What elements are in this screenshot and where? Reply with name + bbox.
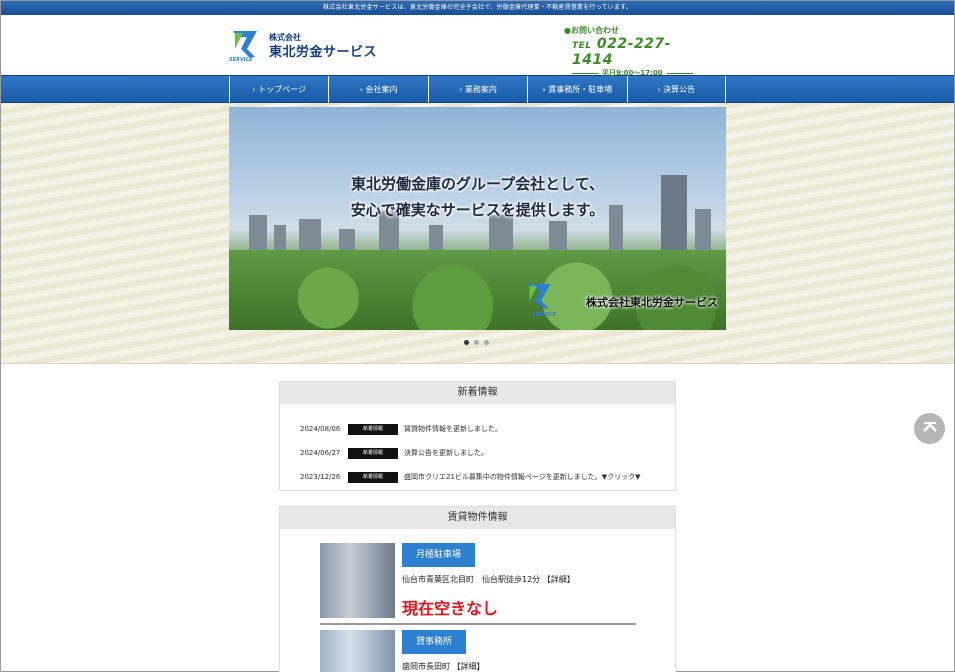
hero-slide[interactable]: 東北労働金庫のグループ会社として、 安心で確実なサービスを提供します。 SERV… bbox=[229, 107, 726, 330]
nav-item-financial[interactable]: 決算公告 bbox=[626, 76, 726, 103]
nav-item-top[interactable]: トップページ bbox=[229, 76, 328, 103]
phone-number[interactable]: TEL 022-227-1414 bbox=[572, 36, 704, 68]
logo-company-name: 東北労金サービス bbox=[269, 45, 378, 60]
contact-label: ●お問い合わせ bbox=[564, 26, 619, 35]
company-logo[interactable]: SERVICE 株式会社 東北労金サービス bbox=[229, 27, 379, 67]
top-info-text: 株式会社東北労金サービスは、東北労働金庫の完全子会社で、労働金庫代理業・不動産賃… bbox=[323, 4, 632, 11]
news-item[interactable]: 2024/06/27 新着情報 決算公告を更新しました。 bbox=[300, 441, 675, 465]
hero-company-name: 株式会社東北労金サービス bbox=[586, 296, 718, 309]
news-date: 2024/06/27 bbox=[300, 449, 341, 457]
property-address[interactable]: 仙台市青葉区北目町 仙台駅徒歩12分 【詳細】 bbox=[402, 574, 575, 585]
logo-mark-text: SERVICE bbox=[229, 57, 253, 63]
news-text[interactable]: 盛岡市クリエ21ビル募集中の物件情報ページを更新しました。▼クリック▼ bbox=[404, 472, 641, 482]
news-item[interactable]: 2023/12/26 新着情報 盛岡市クリエ21ビル募集中の物件情報ページを更新… bbox=[300, 465, 675, 489]
divider bbox=[320, 623, 636, 625]
property-photo[interactable] bbox=[320, 543, 395, 618]
property-photo[interactable] bbox=[320, 630, 395, 672]
news-title: 新着情報 bbox=[280, 382, 675, 404]
hero-section: 東北労働金庫のグループ会社として、 安心で確実なサービスを提供します。 SERV… bbox=[1, 103, 954, 364]
rental-panel: 賃貸物件情報 月極駐車場 仙台市青葉区北目町 仙台駅徒歩12分 【詳細】 現在空… bbox=[279, 506, 676, 672]
nav-item-services[interactable]: 業務案内 bbox=[427, 76, 527, 103]
property-address[interactable]: 盛岡市長田町 【詳細】 bbox=[402, 661, 485, 672]
property-type-badge[interactable]: 貸事務所 bbox=[402, 630, 467, 654]
slider-dots bbox=[464, 340, 489, 345]
rental-title: 賃貸物件情報 bbox=[280, 507, 675, 529]
nav-item-company[interactable]: 会社案内 bbox=[328, 76, 427, 103]
hero-line-2: 安心で確実なサービスを提供します。 bbox=[350, 201, 605, 219]
news-panel: 新着情報 2024/08/06 新着情報 賃貸物件情報を更新しました。 2024… bbox=[279, 381, 676, 491]
news-date: 2024/08/06 bbox=[300, 425, 341, 433]
slider-dot-2[interactable] bbox=[474, 340, 479, 345]
news-text[interactable]: 賃貸物件情報を更新しました。 bbox=[404, 424, 502, 434]
back-to-top-button[interactable] bbox=[914, 413, 945, 444]
news-item[interactable]: 2024/08/06 新着情報 賃貸物件情報を更新しました。 bbox=[300, 417, 675, 441]
news-tag: 新着情報 bbox=[348, 471, 398, 483]
slider-dot-3[interactable] bbox=[484, 340, 489, 345]
global-nav: トップページ 会社案内 業務案内 賃事務所・駐車場 決算公告 bbox=[1, 75, 954, 103]
tel-prefix: TEL bbox=[572, 41, 592, 51]
hero-logo-text: SERVICE bbox=[532, 312, 556, 318]
site-header: SERVICE 株式会社 東北労金サービス ●お問い合わせ TEL 022-22… bbox=[1, 15, 954, 77]
news-tag: 新着情報 bbox=[348, 447, 398, 459]
property-type-badge[interactable]: 月極駐車場 bbox=[402, 543, 476, 567]
top-info-bar: 株式会社東北労金サービスは、東北労働金庫の完全子会社で、労働金庫代理業・不動産賃… bbox=[1, 1, 954, 15]
chevron-up-icon bbox=[922, 422, 937, 432]
slider-dot-1[interactable] bbox=[464, 340, 469, 345]
hero-copy: 東北労働金庫のグループ会社として、 安心で確実なサービスを提供します。 bbox=[229, 171, 726, 223]
vacancy-status: 現在空きなし bbox=[402, 599, 499, 618]
news-tag: 新着情報 bbox=[348, 423, 398, 435]
nav-item-rental[interactable]: 賃事務所・駐車場 bbox=[527, 76, 626, 103]
news-date: 2023/12/26 bbox=[300, 473, 341, 481]
contact-box: ●お問い合わせ TEL 022-227-1414 平日9:00～17:00 bbox=[564, 25, 704, 77]
news-text[interactable]: 決算公告を更新しました。 bbox=[404, 448, 488, 458]
hero-line-1: 東北労働金庫のグループ会社として、 bbox=[351, 175, 604, 193]
